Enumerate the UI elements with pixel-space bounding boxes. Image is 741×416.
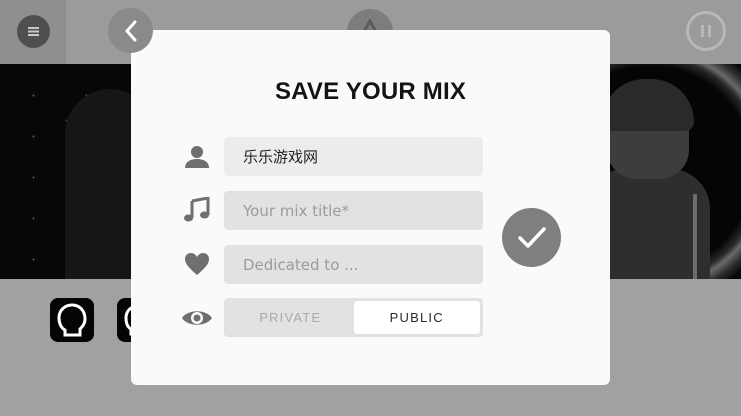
checkmark-icon [517, 226, 546, 248]
chevron-left-icon [125, 20, 136, 41]
mix-title-input[interactable] [224, 191, 483, 230]
light-beam-right [693, 194, 697, 279]
dialog-title: SAVE YOUR MIX [274, 78, 467, 105]
hamburger-icon [28, 27, 39, 36]
heart-icon [181, 248, 213, 280]
menu-button[interactable] [17, 15, 50, 48]
pause-icon [701, 25, 704, 37]
visibility-toggle: PRIVATE PUBLIC [224, 298, 483, 337]
user-icon [181, 141, 213, 173]
author-name-input[interactable] [224, 137, 483, 176]
private-option[interactable]: PRIVATE [227, 301, 354, 334]
dedicated-to-input[interactable] [224, 245, 483, 284]
confirm-save-button[interactable] [502, 208, 561, 267]
eye-icon [181, 302, 213, 334]
back-button[interactable] [108, 8, 153, 53]
music-note-icon [181, 194, 213, 226]
head-profile-icon [57, 303, 87, 337]
save-mix-dialog: SAVE YOUR MIX PRIVATE PUBLIC [131, 30, 610, 385]
sound-avatar-1[interactable] [50, 298, 94, 342]
pause-button[interactable] [686, 11, 726, 51]
public-option[interactable]: PUBLIC [353, 301, 480, 334]
